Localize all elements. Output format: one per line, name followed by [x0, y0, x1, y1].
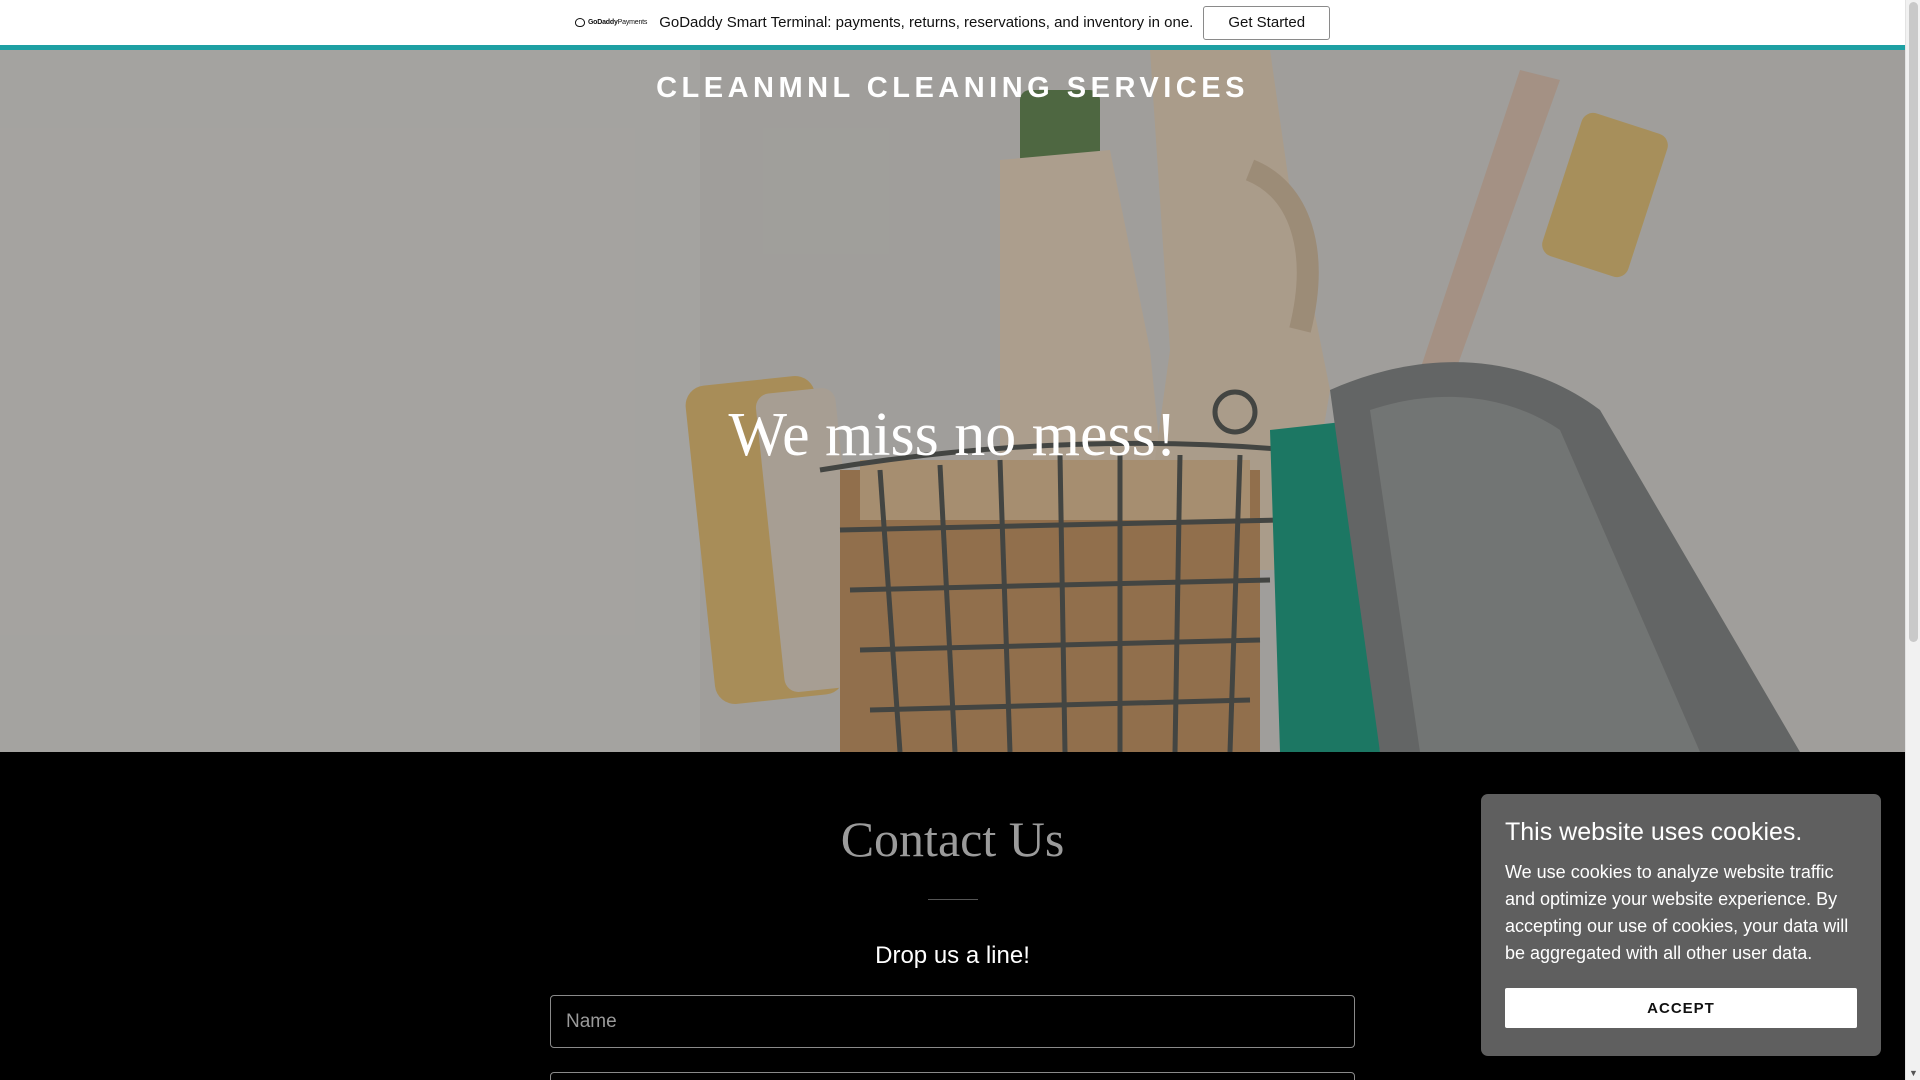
scrollbar-thumb[interactable] — [1909, 2, 1918, 642]
email-field[interactable] — [550, 1072, 1355, 1080]
name-field[interactable] — [550, 995, 1355, 1048]
page: GoDaddyPayments GoDaddy Smart Terminal: … — [0, 0, 1905, 1080]
scroll-down-arrow-icon[interactable]: ▼ — [1909, 1068, 1918, 1078]
cookie-text: We use cookies to analyze website traffi… — [1505, 862, 1849, 963]
godaddy-payments-logo: GoDaddyPayments — [574, 18, 648, 27]
site-title[interactable]: CLEANMNL CLEANING SERVICES — [0, 72, 1905, 105]
promo-bar: GoDaddyPayments GoDaddy Smart Terminal: … — [0, 0, 1905, 45]
promo-text: GoDaddy Smart Terminal: payments, return… — [659, 14, 1194, 31]
logo-brand: GoDaddy — [587, 19, 618, 26]
get-started-button[interactable]: Get Started — [1203, 5, 1331, 40]
section-divider — [928, 899, 978, 900]
godaddy-logo-icon — [574, 18, 585, 27]
logo-product: Payments — [617, 19, 648, 26]
vertical-scrollbar[interactable]: ▼ — [1905, 0, 1920, 1080]
cookie-title: This website uses cookies. — [1505, 818, 1803, 846]
cookie-banner: This website uses cookies. We use cookie… — [1481, 794, 1881, 1056]
hero-section: CLEANMNL CLEANING SERVICES We miss no me… — [0, 50, 1905, 752]
accept-cookies-button[interactable]: ACCEPT — [1505, 988, 1857, 1028]
hero-tagline: We miss no mess! — [728, 401, 1177, 469]
